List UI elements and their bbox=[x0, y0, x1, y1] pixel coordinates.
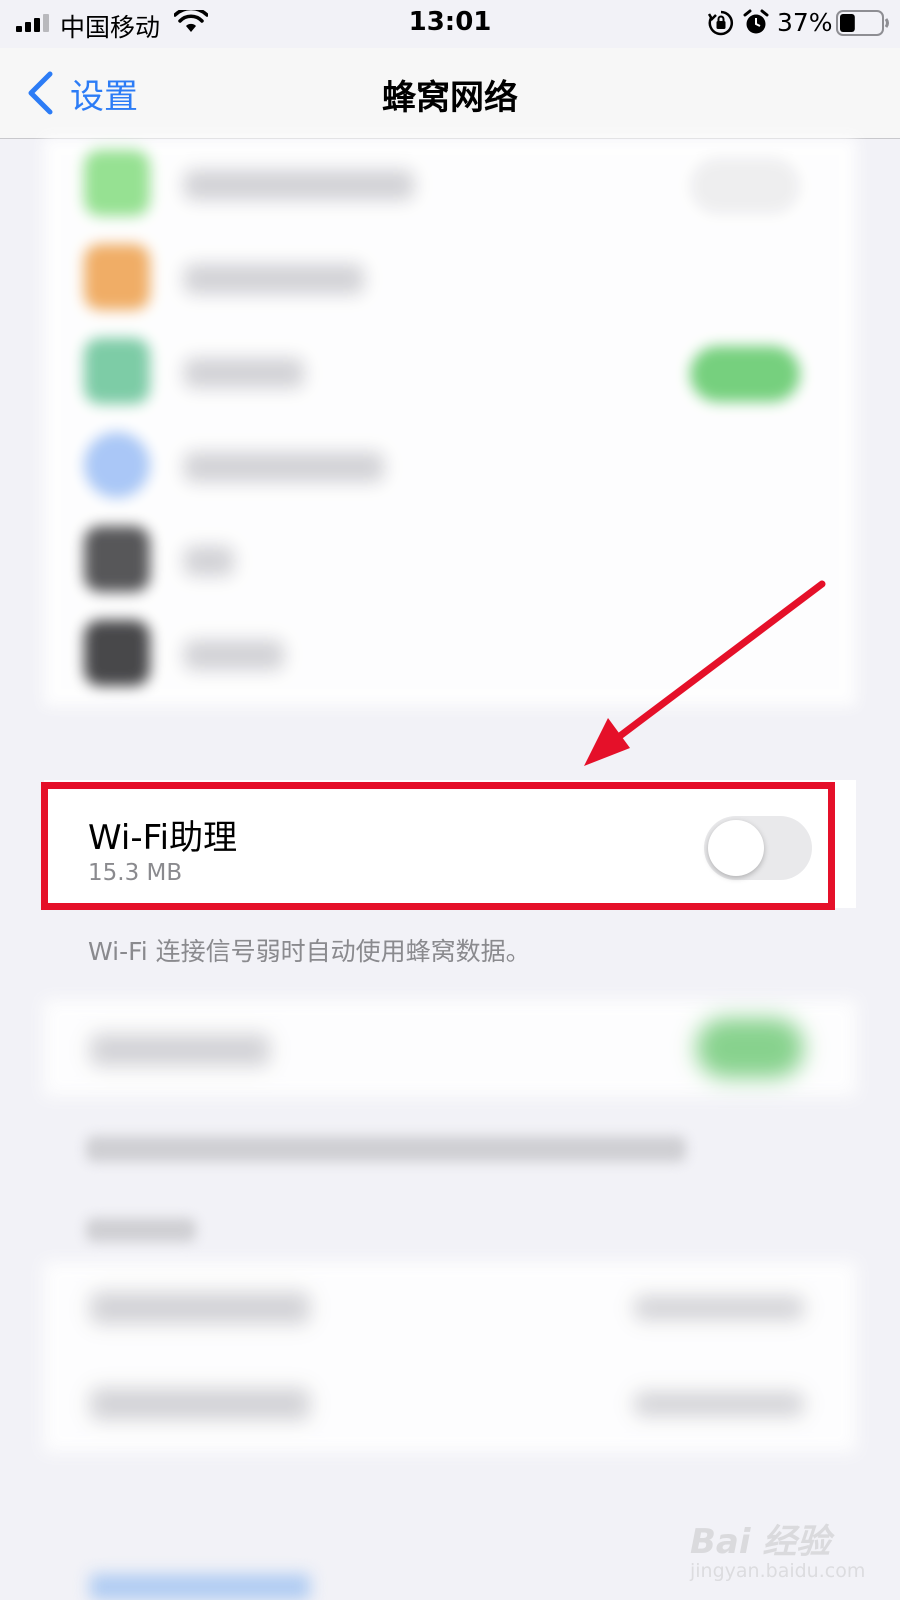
app-icon bbox=[84, 244, 150, 310]
app-usage-list bbox=[44, 138, 856, 706]
blurred-text bbox=[86, 1136, 686, 1162]
alarm-icon bbox=[743, 9, 769, 34]
app-icon bbox=[84, 338, 150, 404]
wifi-assist-footer: Wi-Fi 连接信号弱时自动使用蜂窝数据。 bbox=[88, 937, 531, 966]
page-title: 蜂窝网络 bbox=[382, 78, 518, 118]
blurred-section bbox=[44, 1262, 856, 1452]
list-item[interactable] bbox=[44, 420, 856, 514]
blurred-text bbox=[86, 1218, 196, 1242]
watermark-url: jingyan.baidu.com bbox=[690, 1560, 866, 1582]
app-toggle[interactable] bbox=[690, 158, 800, 214]
highlight-box bbox=[41, 782, 835, 910]
watermark: Bai 经验 jingyan.baidu.com bbox=[690, 1514, 870, 1586]
battery-icon bbox=[836, 10, 889, 36]
list-item[interactable] bbox=[44, 138, 856, 232]
app-icon bbox=[84, 432, 150, 498]
watermark-logo-text: Bai 经验 bbox=[690, 1522, 831, 1562]
list-item[interactable] bbox=[44, 608, 856, 702]
app-toggle[interactable] bbox=[690, 346, 800, 402]
app-icon bbox=[84, 620, 150, 686]
blurred-section bbox=[90, 1574, 310, 1600]
list-item[interactable] bbox=[44, 232, 856, 326]
status-bar: 中国移动 13:01 37% bbox=[0, 0, 900, 48]
navigation-bar: 设置 蜂窝网络 bbox=[0, 48, 900, 139]
app-icon bbox=[84, 150, 150, 216]
battery-percent: 37% bbox=[777, 8, 833, 37]
app-icon bbox=[84, 526, 150, 592]
list-item[interactable] bbox=[44, 326, 856, 420]
orientation-lock-icon bbox=[708, 10, 734, 36]
blurred-section bbox=[44, 1000, 856, 1096]
list-item[interactable] bbox=[44, 514, 856, 608]
